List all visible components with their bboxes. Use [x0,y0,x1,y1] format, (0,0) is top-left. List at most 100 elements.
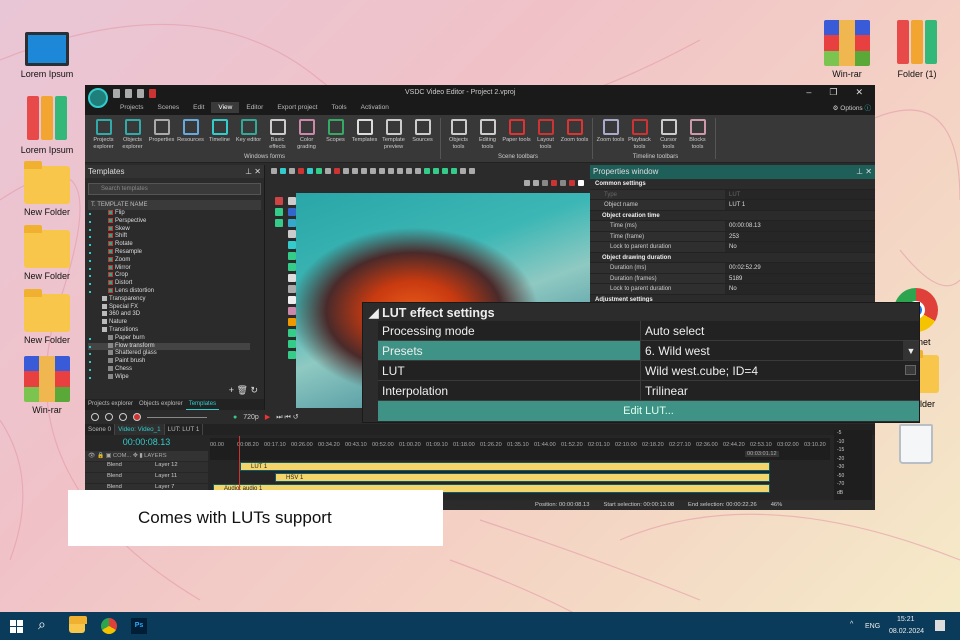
clock-time[interactable]: 15:21 [897,616,915,623]
template-item[interactable]: Special FX [88,303,250,312]
recycle-bin-icon[interactable] [899,424,933,464]
drawing-tool-icon[interactable] [288,252,296,260]
template-item[interactable]: Transitions [88,326,250,335]
zoom-slider[interactable] [147,416,207,418]
restore-button[interactable]: ❐ [829,87,837,98]
ribbon-button-playback-tools[interactable]: Playback tools [625,118,654,159]
ribbon-button-objects-explorer[interactable]: Objects explorer [118,118,147,159]
search-icon[interactable]: ⌕ [38,616,54,632]
file-explorer-icon[interactable] [69,616,87,633]
pin-close-icon[interactable]: ⊥ ✕ [245,167,261,176]
layout-tool-icon[interactable] [560,180,566,186]
ribbon-button-projects-explorer[interactable]: Projects explorer [89,118,118,159]
desktop-icon-lorem-ipsum[interactable]: Lorem Ipsum [12,26,82,79]
options-button[interactable]: ⚙ Options ⓘ [833,102,871,112]
property-section[interactable]: Object creation time [590,210,875,221]
template-item[interactable]: Lens distortion [88,287,250,296]
template-item[interactable]: Resample [88,248,250,257]
save-icon[interactable] [137,89,144,98]
toolbar-tool-icon[interactable] [424,168,430,174]
zoom-in-icon[interactable] [91,413,99,421]
menu-tab-scenes[interactable]: Scenes [150,102,186,113]
desktop-icon-win-rar-right[interactable]: Win-rar [812,20,882,79]
drawing-tool-icon[interactable] [288,329,296,337]
template-item[interactable]: Rotate [88,241,250,249]
toolbar-tool-icon[interactable] [379,168,385,174]
menu-tab-tools[interactable]: Tools [324,102,353,113]
timeline-clip[interactable]: LUT 1 [240,462,770,471]
desktop-icon-new-folder-3[interactable]: New Folder [12,289,82,345]
toolbar-tool-icon[interactable] [370,168,376,174]
scene-tab[interactable]: Scene 0 [85,424,116,435]
toolbar-tool-icon[interactable] [361,168,367,174]
layout-tool-icon[interactable] [533,180,539,186]
template-item[interactable]: Shift [88,233,250,241]
layout-tool-icon[interactable] [569,180,575,186]
close-button[interactable]: ✕ [855,87,863,98]
property-value[interactable]: LUT 1 [725,200,875,210]
property-row[interactable]: Time (frame) 253 [590,231,875,242]
layer-row[interactable]: Blend Layer 12 [85,462,208,472]
drawing-tool-icon[interactable] [288,219,296,227]
property-row[interactable]: Duration (frames) 5189 [590,273,875,284]
toolbar-tool-icon[interactable] [307,168,313,174]
toolbar-tool-icon[interactable] [397,168,403,174]
tab-objects-explorer[interactable]: Objects explorer [136,399,186,410]
blend-mode[interactable]: Blend [107,462,155,472]
ribbon-button-properties[interactable]: Properties [147,118,176,159]
drawing-tool-icon[interactable] [288,274,296,282]
toolbar-tool-icon[interactable] [460,168,466,174]
toolbar-tool-icon[interactable] [352,168,358,174]
layout-tool-icon[interactable] [542,180,548,186]
visibility-icon[interactable] [85,462,107,472]
ribbon-button-objects-tools[interactable]: Objects tools [444,118,473,159]
property-value[interactable]: 5189 [725,273,875,283]
menu-tab-editor[interactable]: Editor [239,102,270,113]
drawing-tool-icon[interactable] [288,197,296,205]
ribbon-button-blocks-tools[interactable]: Blocks tools [683,118,712,159]
desktop-icon-new-folder-2[interactable]: New Folder [12,225,82,281]
lut-row[interactable]: LUT Wild west.cube; ID=4 [378,361,919,381]
property-value[interactable]: 00:02:52.29 [725,263,875,273]
visibility-icon[interactable] [85,473,107,483]
toolbar-tool-icon[interactable] [298,168,304,174]
toolbar-tool-icon[interactable] [325,168,331,174]
edit-lut-button[interactable]: Edit LUT... [378,401,919,421]
new-project-icon[interactable] [113,89,120,98]
minimize-button[interactable]: – [806,87,811,98]
template-item[interactable]: Zoom [88,256,250,265]
record-icon[interactable] [133,413,141,421]
timeline-ruler[interactable]: 00.00 00:08.20 00:17.10 00:26.00 00:34.20 00:… [210,438,830,460]
timeline-clip[interactable]: HSV 1 [275,473,770,482]
toolbar-tool-icon[interactable] [271,168,277,174]
desktop-icon-new-folder[interactable]: New Folder [12,161,82,217]
property-row[interactable]: Object name LUT 1 [590,200,875,211]
chrome-icon[interactable] [101,618,117,634]
template-item[interactable]: Crop [88,272,250,280]
template-item[interactable]: Nature [88,319,250,327]
tab-templates[interactable]: Templates [185,399,220,410]
ribbon-button-layout-tools[interactable]: Layout tools [531,118,560,159]
menu-tab-projects[interactable]: Projects [113,102,150,113]
template-item[interactable]: Shattered glass [88,350,250,358]
layout-tool-icon[interactable] [551,180,557,186]
ribbon-button-zoom-tools[interactable]: Zoom tools [560,118,589,159]
search-templates-input[interactable]: Search templates [88,183,261,195]
ribbon-button-basic-effects[interactable]: Basic effects [263,118,292,159]
toolbar-tool-icon[interactable] [316,168,322,174]
toolbar-tool-icon[interactable] [433,168,439,174]
template-item[interactable]: Flip [88,210,250,218]
toolbar-tool-icon[interactable] [289,168,295,174]
drawing-tool-icon[interactable] [288,263,296,271]
processing-mode-value[interactable]: Auto select [640,321,919,340]
drawing-tool-icon[interactable] [288,241,296,249]
scene-tab[interactable]: LUT: LUT 1 [165,424,204,435]
ribbon-button-timeline[interactable]: Timeline [205,118,234,159]
ribbon-button-resources[interactable]: Resources [176,118,205,159]
property-row[interactable]: Time (ms) 00:00:08.13 [590,221,875,232]
toolbar-tool-icon[interactable] [451,168,457,174]
property-row[interactable]: Lock to parent duration No [590,284,875,295]
property-section[interactable]: Common settings [590,179,875,190]
template-item[interactable]: Paint brush [88,358,250,366]
interpolation-value[interactable]: Trilinear [640,381,919,400]
